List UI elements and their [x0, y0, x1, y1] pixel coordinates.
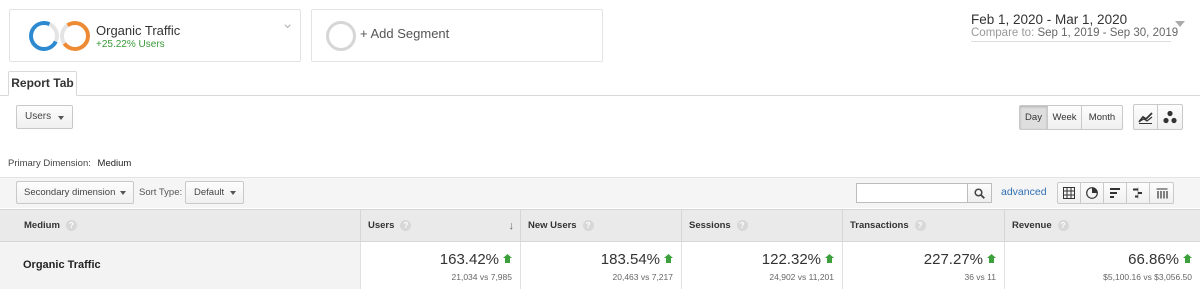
- primary-dimension-label: Primary Dimension:: [8, 158, 91, 169]
- pivot-view-button[interactable]: [1150, 183, 1173, 203]
- chevron-down-icon[interactable]: ⌄: [281, 16, 294, 31]
- secondary-dimension-label: Secondary dimension: [24, 187, 116, 198]
- metric-dropdown[interactable]: Users: [16, 105, 73, 129]
- motion-chart-button[interactable]: [1158, 105, 1182, 129]
- help-icon[interactable]: ?: [582, 219, 594, 231]
- pie-view-icon: [1086, 187, 1098, 199]
- day-button[interactable]: Day: [1020, 106, 1048, 129]
- transactions-percent-change: 227.27%: [923, 251, 983, 268]
- sort-type-value: Default: [194, 187, 225, 198]
- add-segment-card[interactable]: + Add Segment: [311, 9, 603, 62]
- revenue-comparison: $5,100.16 vs $3,056.50: [1103, 272, 1192, 282]
- help-icon[interactable]: ?: [736, 219, 748, 231]
- caret-down-icon: [58, 116, 64, 120]
- table-header: Medium? Users? ↓ New Users? Sessions? Tr…: [0, 209, 1200, 242]
- motion-chart-icon: [1163, 110, 1177, 124]
- help-icon[interactable]: ?: [1057, 219, 1069, 231]
- date-divider: [971, 41, 1171, 42]
- table-view-icon: [1063, 187, 1075, 199]
- pie-view-button[interactable]: [1081, 183, 1104, 203]
- primary-dimension: Primary Dimension: Medium: [8, 158, 131, 169]
- sort-type-label: Sort Type:: [139, 187, 183, 198]
- up-arrow-icon: [825, 254, 834, 263]
- comparison-view-icon: [1133, 187, 1142, 199]
- column-label: New Users: [528, 220, 577, 231]
- column-label: Users: [368, 220, 395, 231]
- segment-name: Organic Traffic: [96, 23, 181, 38]
- sessions-percent-change: 122.32%: [761, 251, 821, 268]
- performance-view-icon: [1110, 188, 1120, 198]
- sort-type-dropdown[interactable]: Default: [185, 181, 244, 204]
- advanced-filter-link[interactable]: advanced: [1001, 186, 1047, 198]
- secondary-dimension-dropdown[interactable]: Secondary dimension: [16, 181, 134, 204]
- empty-segment-icon: [326, 21, 356, 51]
- up-arrow-icon: [987, 254, 996, 263]
- add-segment-label: + Add Segment: [360, 26, 450, 41]
- column-label: Transactions: [850, 220, 909, 231]
- sort-descending-arrow-icon[interactable]: ↓: [509, 210, 515, 242]
- row-label[interactable]: Organic Traffic: [0, 242, 360, 289]
- help-icon[interactable]: ?: [914, 219, 926, 231]
- tab-divider: [0, 95, 1200, 96]
- primary-dimension-value[interactable]: Medium: [98, 158, 132, 169]
- month-button[interactable]: Month: [1082, 106, 1122, 129]
- up-arrow-icon: [503, 254, 512, 263]
- revenue-percent-change: 66.86%: [1128, 251, 1179, 268]
- line-chart-icon: [1138, 111, 1153, 124]
- pivot-view-icon: [1156, 188, 1168, 199]
- caret-down-icon: [120, 191, 126, 195]
- column-label: Medium: [24, 220, 60, 231]
- search-icon: [974, 187, 985, 199]
- metric-dropdown-label: Users: [25, 111, 52, 122]
- new-users-percent-change: 183.54%: [600, 251, 660, 268]
- up-arrow-icon: [1183, 254, 1192, 263]
- time-granularity-toggle: Day Week Month: [1019, 105, 1123, 130]
- compare-dates: Sep 1, 2019 - Sep 30, 2019: [1037, 27, 1179, 39]
- table-view-button[interactable]: [1058, 183, 1081, 203]
- column-header-new-users[interactable]: New Users?: [520, 210, 681, 242]
- column-label: Sessions: [689, 220, 731, 231]
- cell-users: 163.42% 21,034 vs 7,985: [360, 242, 520, 289]
- performance-view-button[interactable]: [1104, 183, 1127, 203]
- column-header-revenue[interactable]: Revenue?: [1004, 210, 1200, 242]
- table-row: Organic Traffic 163.42% 21,034 vs 7,985 …: [0, 242, 1200, 289]
- table-view-toggle: [1057, 182, 1174, 204]
- column-header-medium[interactable]: Medium?: [0, 210, 360, 242]
- cell-new-users: 183.54% 20,463 vs 7,217: [520, 242, 681, 289]
- segment-change: +25.22% Users: [96, 39, 165, 50]
- segment-donut-blue-icon: [24, 16, 64, 56]
- column-header-sessions[interactable]: Sessions?: [681, 210, 842, 242]
- compare-range[interactable]: Compare to: Sep 1, 2019 - Sep 30, 2019: [971, 27, 1178, 39]
- users-comparison: 21,034 vs 7,985: [451, 272, 513, 282]
- chart-type-toggle: [1133, 104, 1183, 130]
- week-button[interactable]: Week: [1048, 106, 1082, 129]
- caret-down-icon[interactable]: [1175, 21, 1185, 27]
- search-button[interactable]: [967, 183, 992, 203]
- new-users-comparison: 20,463 vs 7,217: [612, 272, 674, 282]
- segment-donut-orange-icon: [57, 18, 93, 54]
- comparison-view-button[interactable]: [1127, 183, 1150, 203]
- caret-down-icon: [230, 191, 236, 195]
- transactions-comparison: 36 vs 11: [964, 272, 996, 282]
- line-chart-button[interactable]: [1134, 105, 1158, 129]
- cell-sessions: 122.32% 24,902 vs 11,201: [681, 242, 842, 289]
- date-range[interactable]: Feb 1, 2020 - Mar 1, 2020: [971, 12, 1127, 27]
- cell-revenue: 66.86% $5,100.16 vs $3,056.50: [1004, 242, 1200, 289]
- column-header-users[interactable]: Users? ↓: [360, 210, 520, 242]
- help-icon[interactable]: ?: [65, 219, 77, 231]
- cell-transactions: 227.27% 36 vs 11: [842, 242, 1004, 289]
- tab-report[interactable]: Report Tab: [8, 71, 77, 96]
- column-header-transactions[interactable]: Transactions?: [842, 210, 1004, 242]
- users-percent-change: 163.42%: [439, 251, 499, 268]
- help-icon[interactable]: ?: [400, 219, 412, 231]
- column-label: Revenue: [1012, 220, 1052, 231]
- up-arrow-icon: [664, 254, 673, 263]
- sessions-comparison: 24,902 vs 11,201: [769, 272, 834, 282]
- compare-label: Compare to:: [971, 27, 1035, 39]
- segment-card-organic-traffic[interactable]: Organic Traffic +25.22% Users ⌄: [9, 9, 301, 62]
